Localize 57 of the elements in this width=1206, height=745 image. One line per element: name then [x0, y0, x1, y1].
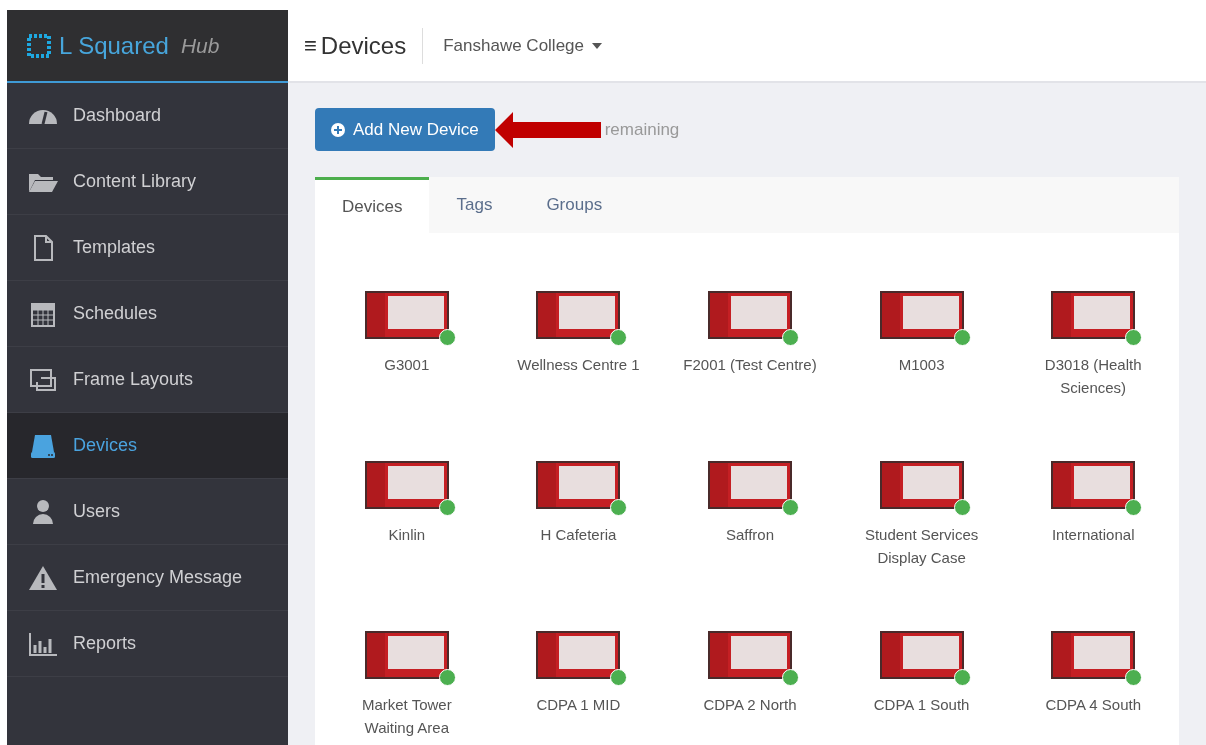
screen-thumbnail[interactable]	[879, 631, 964, 679]
device-name[interactable]: CDPA 1 MID	[508, 693, 649, 716]
device-name[interactable]: CDPA 4 South	[1023, 693, 1164, 716]
device-name[interactable]: Saffron	[680, 523, 820, 546]
screen-thumbnail[interactable]	[879, 461, 964, 509]
device-name[interactable]: G3001	[336, 353, 477, 376]
device-name[interactable]: CDPA 2 North	[680, 693, 820, 716]
add-device-button[interactable]: Add New Device	[315, 108, 495, 151]
brand-suffix: Hub	[180, 32, 220, 59]
plus-circle-icon	[331, 122, 345, 137]
device-name[interactable]: H Cafeteria	[508, 523, 649, 546]
menu-icon[interactable]: ≡	[304, 29, 317, 62]
device-name[interactable]: International	[1023, 523, 1164, 546]
sidebar-item[interactable]: Schedules	[7, 281, 288, 347]
sidebar-label: Templates	[73, 236, 156, 259]
caret-icon	[592, 42, 602, 49]
page-title: Devices	[320, 27, 424, 64]
device-name[interactable]: D3018 (Health Sciences)	[1023, 353, 1164, 399]
sidebar-label: Reports	[73, 632, 137, 655]
sidebar-label: Users	[73, 500, 120, 523]
device-name[interactable]: M1003	[851, 353, 992, 376]
sidebar-label: Frame Layouts	[73, 368, 194, 391]
screen-thumbnail[interactable]	[1051, 631, 1136, 679]
screen-thumbnail[interactable]	[536, 631, 621, 679]
logo-icon	[27, 33, 51, 58]
screen-thumbnail[interactable]	[536, 291, 621, 339]
sidebar-label: Content Library	[73, 170, 197, 193]
organization-dropdown[interactable]: Fanshawe College	[443, 32, 602, 59]
sidebar-item[interactable]: Emergency Message	[7, 545, 288, 611]
screen-thumbnail[interactable]	[1051, 461, 1136, 509]
brand-name: L Squared	[59, 30, 169, 61]
screen-thumbnail[interactable]	[879, 291, 964, 339]
tab[interactable]: Tags	[429, 177, 520, 233]
sidebar-item[interactable]: Dashboard	[7, 83, 288, 149]
device-name[interactable]: Market Tower Waiting Area	[336, 693, 477, 739]
device-name[interactable]: Wellness Centre 1	[508, 353, 649, 376]
sidebar-label: Dashboard	[73, 104, 162, 127]
device-name[interactable]: Student Services Display Case	[851, 523, 992, 569]
device-name[interactable]: CDPA 1 South	[851, 693, 992, 716]
licenses-note: remaining	[604, 118, 680, 141]
screen-thumbnail[interactable]	[536, 461, 621, 509]
screen-thumbnail[interactable]	[1051, 291, 1136, 339]
tab[interactable]: Groups	[519, 177, 630, 233]
screen-thumbnail[interactable]	[364, 461, 449, 509]
device-name[interactable]: Kinlin	[336, 523, 477, 546]
tab[interactable]: Devices	[315, 177, 430, 233]
screen-thumbnail[interactable]	[708, 291, 792, 339]
screen-thumbnail[interactable]	[364, 291, 449, 339]
device-name[interactable]: F2001 (Test Centre)	[680, 353, 820, 376]
screen-thumbnail[interactable]	[708, 461, 792, 509]
sidebar-item[interactable]: Content Library	[7, 149, 288, 215]
screen-thumbnail[interactable]	[708, 631, 792, 679]
sidebar-label: Schedules	[73, 302, 158, 325]
sidebar-label: Emergency Message	[73, 566, 243, 589]
sidebar-label: Devices	[73, 434, 138, 457]
sidebar-item[interactable]: Devices	[7, 413, 288, 479]
screen-thumbnail[interactable]	[364, 631, 449, 679]
